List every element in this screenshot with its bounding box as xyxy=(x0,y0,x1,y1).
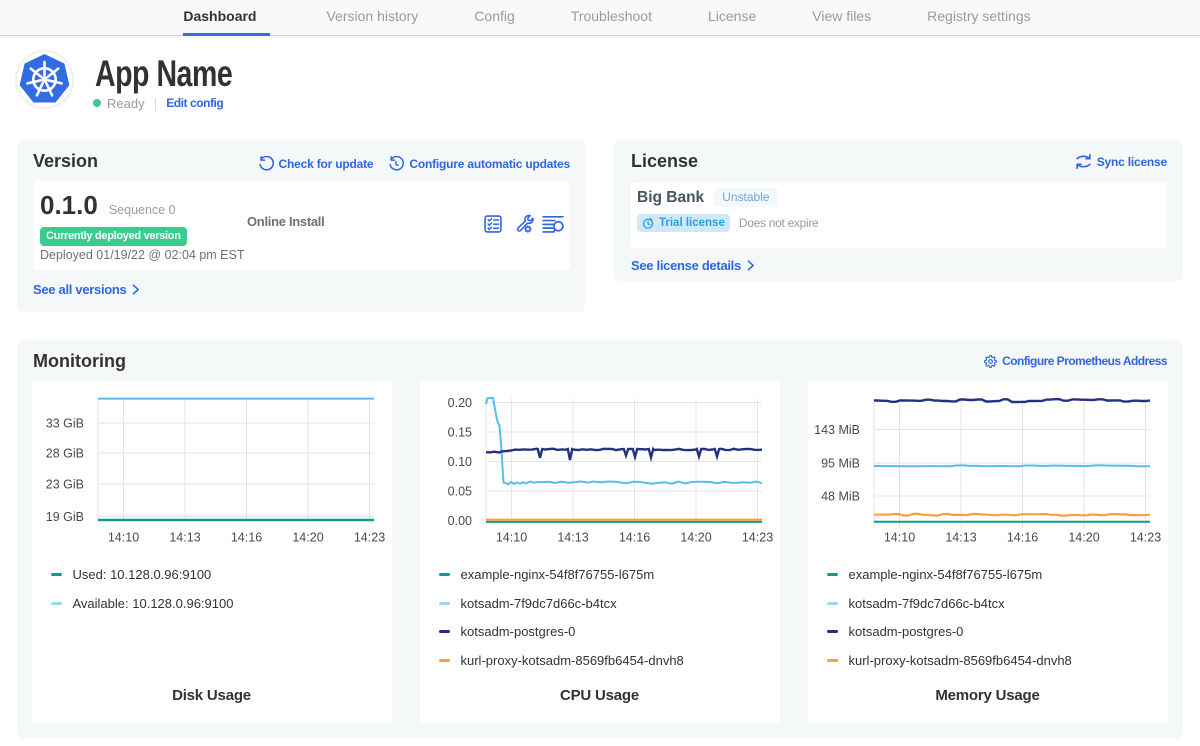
svg-text:14:16: 14:16 xyxy=(230,531,261,545)
svg-text:19 GiB: 19 GiB xyxy=(45,510,83,524)
svg-text:14:20: 14:20 xyxy=(292,531,323,545)
svg-text:14:20: 14:20 xyxy=(680,531,711,545)
svg-text:14:23: 14:23 xyxy=(1129,531,1160,545)
svg-text:143 MiB: 143 MiB xyxy=(814,423,860,437)
svg-text:0.00: 0.00 xyxy=(447,514,471,528)
svg-text:14:16: 14:16 xyxy=(618,531,649,545)
svg-text:14:13: 14:13 xyxy=(945,531,976,545)
svg-text:0.05: 0.05 xyxy=(447,485,471,499)
svg-text:14:13: 14:13 xyxy=(169,531,200,545)
svg-text:95 MiB: 95 MiB xyxy=(821,457,860,471)
svg-text:14:10: 14:10 xyxy=(107,531,138,545)
svg-text:14:23: 14:23 xyxy=(741,531,772,545)
svg-text:14:16: 14:16 xyxy=(1006,531,1037,545)
svg-text:0.10: 0.10 xyxy=(447,455,471,469)
svg-text:14:10: 14:10 xyxy=(495,531,526,545)
svg-text:23 GiB: 23 GiB xyxy=(45,478,83,492)
svg-text:14:13: 14:13 xyxy=(557,531,588,545)
svg-text:14:20: 14:20 xyxy=(1068,531,1099,545)
svg-text:0.15: 0.15 xyxy=(447,426,471,440)
svg-text:14:23: 14:23 xyxy=(353,531,384,545)
svg-text:33 GiB: 33 GiB xyxy=(45,417,83,431)
svg-text:0.20: 0.20 xyxy=(447,396,471,410)
svg-text:48 MiB: 48 MiB xyxy=(821,490,860,504)
svg-text:14:10: 14:10 xyxy=(883,531,914,545)
svg-text:28 GiB: 28 GiB xyxy=(45,447,83,461)
